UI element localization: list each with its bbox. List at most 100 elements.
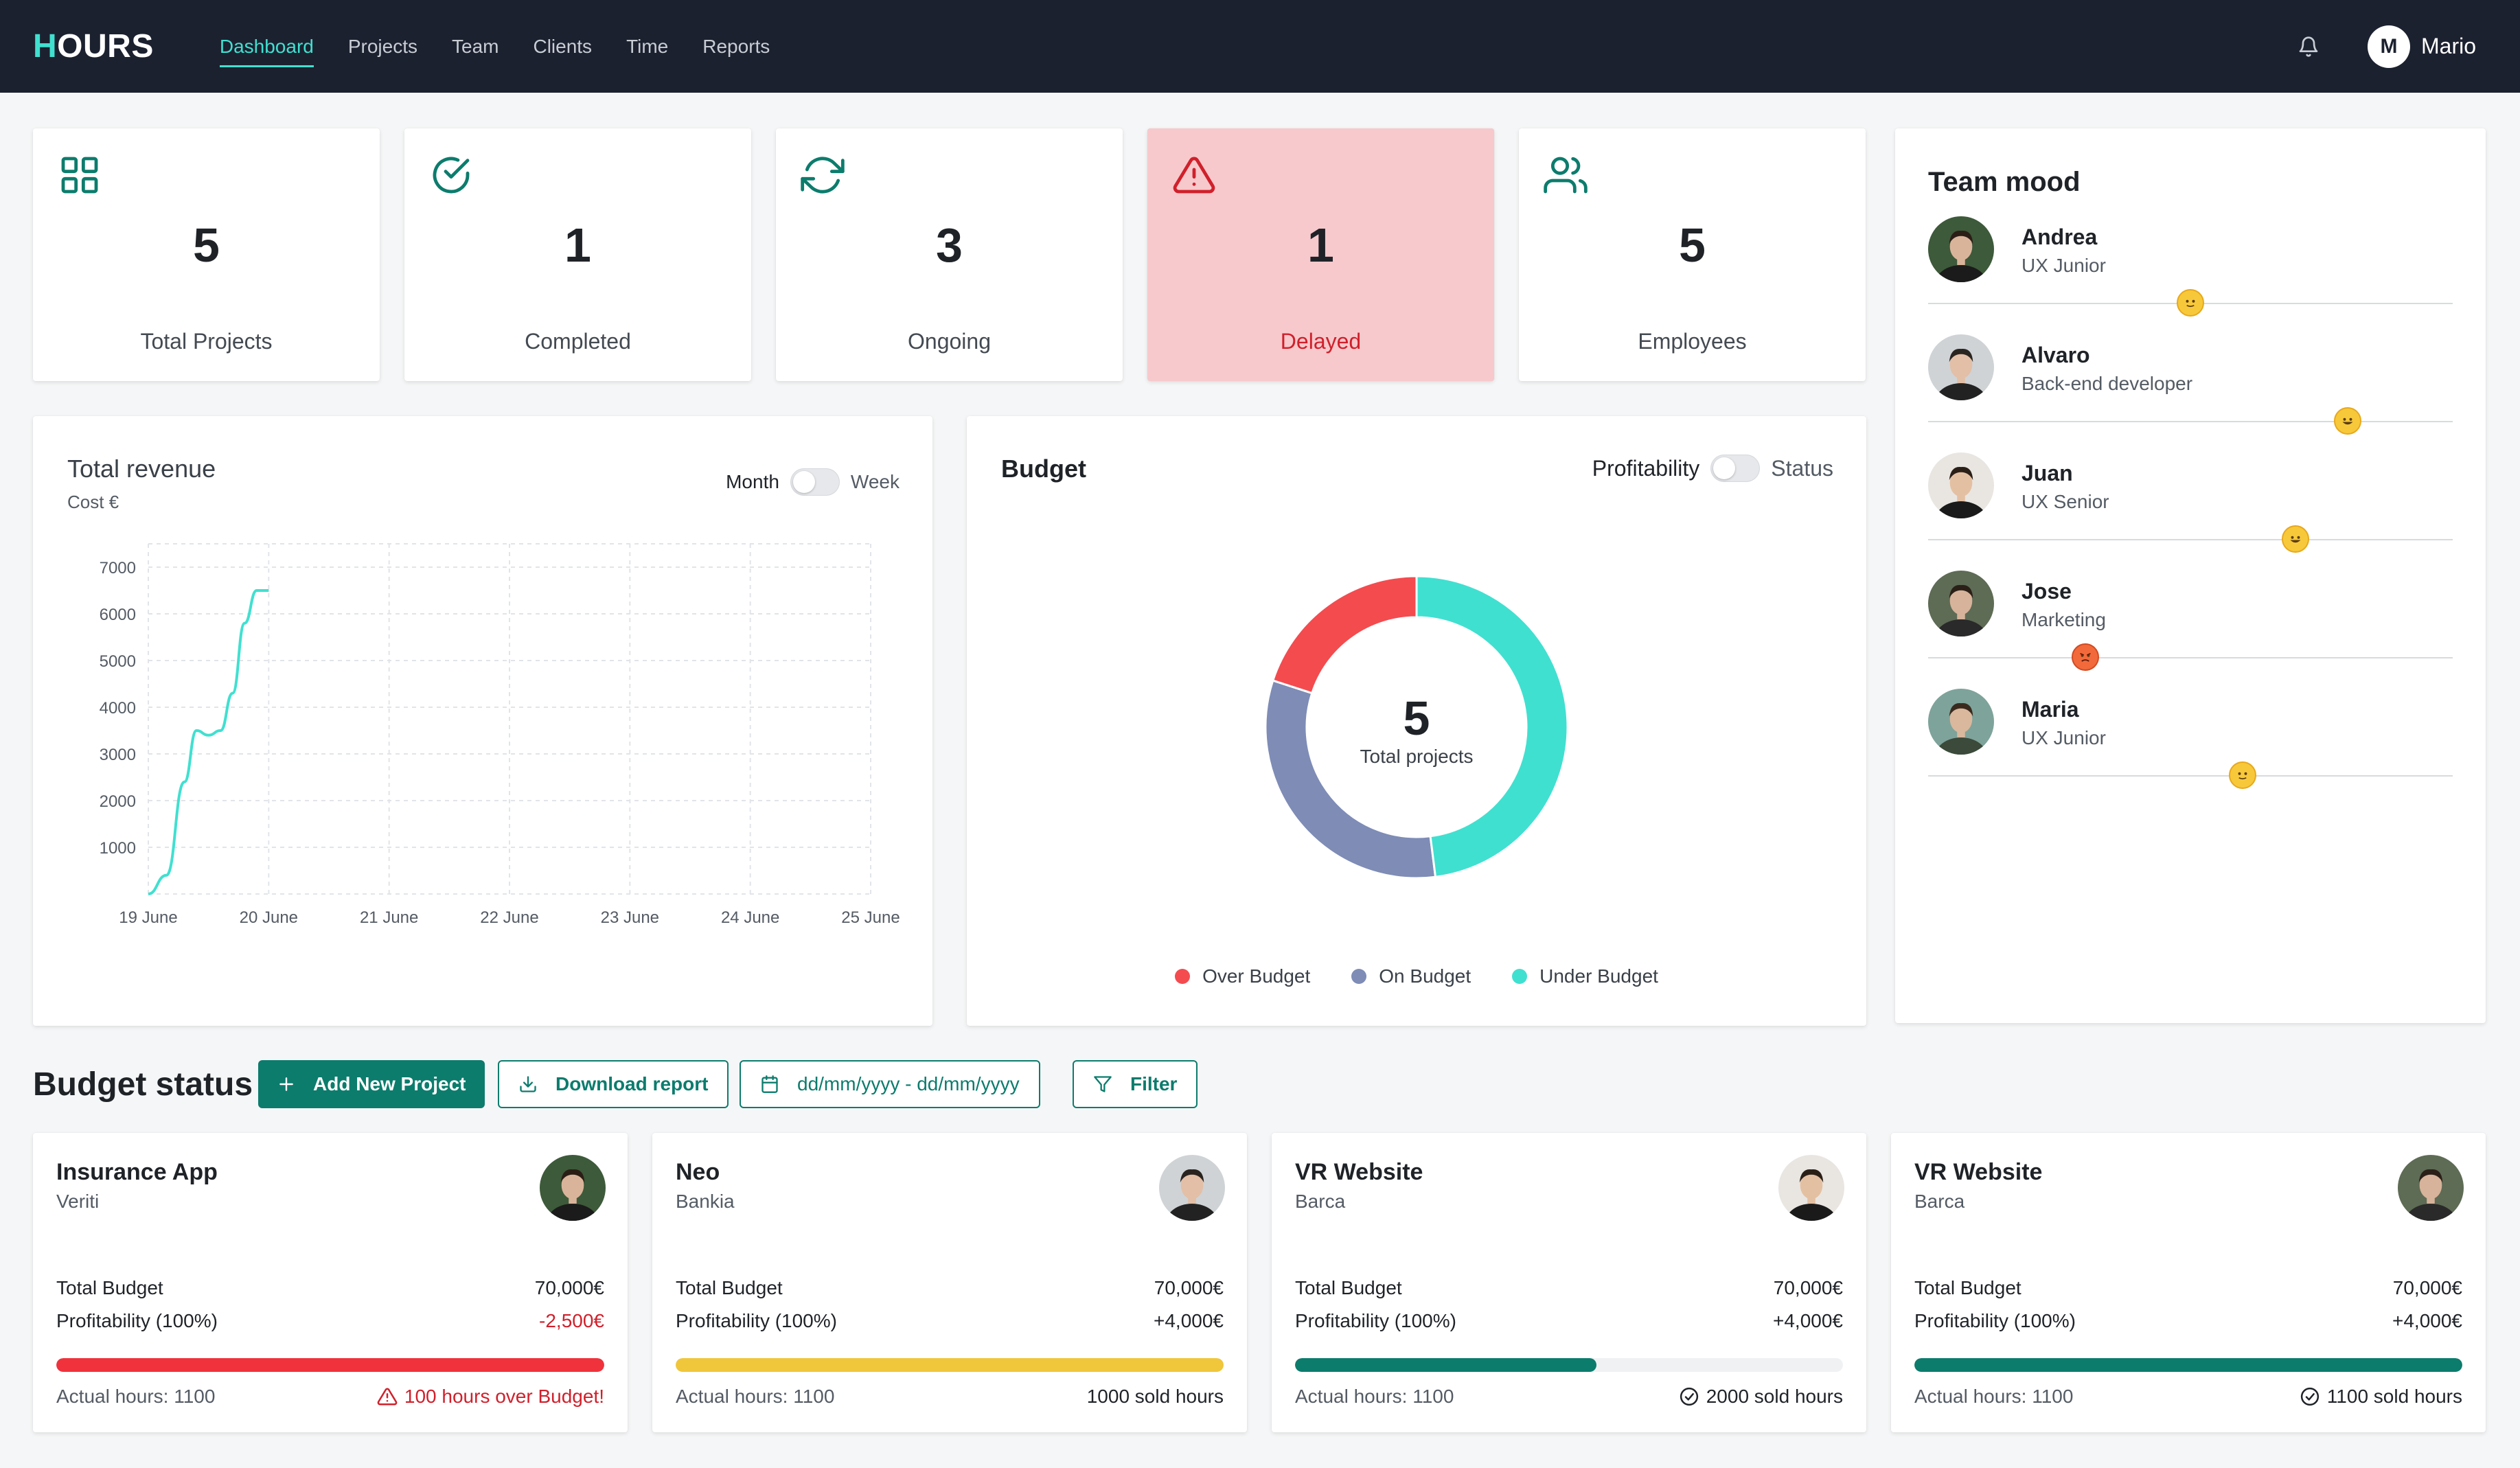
avatar[interactable] <box>1928 689 1994 755</box>
date-range-picker[interactable]: dd/mm/yyyy - dd/mm/yyyy <box>740 1060 1040 1108</box>
budget-card: Budget Profitability Status 5 Total proj… <box>967 416 1866 1026</box>
grinning-face-icon[interactable] <box>2334 407 2362 435</box>
avatar[interactable] <box>2398 1155 2464 1221</box>
project-name: VR Website <box>1295 1159 1423 1185</box>
hours-status: 1100 sold hours <box>2300 1386 2462 1408</box>
budget-progress-bar <box>56 1358 604 1372</box>
person-photo <box>1928 689 1994 755</box>
check-circle-icon <box>2300 1387 2319 1406</box>
stat-card-completed[interactable]: 1 Completed <box>404 128 751 381</box>
mood-slider-track <box>1928 539 2453 540</box>
stat-value: 5 <box>193 218 220 272</box>
user-name[interactable]: Mario <box>2421 34 2476 59</box>
avatar[interactable] <box>1928 571 1994 636</box>
budget-progress-bar <box>1914 1358 2462 1372</box>
person-name: Juan <box>2021 461 2073 485</box>
avatar[interactable] <box>1928 452 1994 518</box>
mood-row-maria: Maria UX Junior <box>1928 689 2453 807</box>
stat-card-employees[interactable]: 5 Employees <box>1519 128 1866 381</box>
project-client: Barca <box>1914 1191 1965 1212</box>
revenue-line-chart: 1000 2000 3000 4000 5000 6000 7000 19 June 20 Ju… <box>100 543 900 927</box>
nav-time[interactable]: Time <box>626 30 668 63</box>
mood-slider-track <box>1928 421 2453 422</box>
neutral-face-icon[interactable] <box>2229 761 2257 789</box>
add-new-project-label: Add New Project <box>313 1073 466 1094</box>
profitability-row: Profitability (100%) -2,500€ <box>56 1310 604 1332</box>
neutral-face-icon[interactable] <box>2177 289 2204 317</box>
plus-icon <box>279 1077 293 1091</box>
nav-dashboard[interactable]: Dashboard <box>219 30 314 67</box>
total-budget-value: 70,000€ <box>534 1277 604 1298</box>
person-photo <box>1928 216 1994 282</box>
app-logo[interactable]: HOURS <box>33 27 154 65</box>
project-card[interactable]: Neo Bankia Total Budget 70,000€ Profitabilit… <box>652 1133 1247 1432</box>
project-name: Neo <box>676 1159 720 1185</box>
stat-card-total-projects[interactable]: 5 Total Projects <box>33 128 380 381</box>
filter-icon <box>1094 1076 1112 1092</box>
person-role: UX Senior <box>2021 491 2109 512</box>
donut-center-value: 5 <box>1403 691 1430 745</box>
calendar-icon <box>761 1075 778 1093</box>
profitability-label: Profitability (100%) <box>676 1310 837 1331</box>
nav-reports[interactable]: Reports <box>702 30 770 63</box>
project-client: Barca <box>1295 1191 1346 1212</box>
stat-card-ongoing[interactable]: 3 Ongoing <box>776 128 1123 381</box>
budget-progress-fill <box>1914 1358 2462 1372</box>
download-icon <box>520 1076 536 1092</box>
avatar[interactable] <box>1928 334 1994 400</box>
date-range-label: dd/mm/yyyy - dd/mm/yyyy <box>797 1073 1020 1094</box>
y-tick-label: 7000 <box>100 559 136 577</box>
logo-first-letter: H <box>33 28 58 65</box>
person-role: UX Junior <box>2021 727 2106 748</box>
y-tick-label: 1000 <box>100 839 136 858</box>
download-report-button[interactable]: Download report <box>498 1060 729 1108</box>
nav-team[interactable]: Team <box>452 30 499 63</box>
x-tick-label: 19 June <box>119 908 177 927</box>
donut-slice-over-budget[interactable] <box>1271 575 1418 695</box>
project-name: Insurance App <box>56 1159 218 1185</box>
filter-button[interactable]: Filter <box>1073 1060 1198 1108</box>
filter-label: Filter <box>1130 1073 1178 1094</box>
mood-slider-track <box>1928 775 2453 777</box>
check-circle-icon <box>1680 1387 1698 1406</box>
angry-face-icon[interactable] <box>2072 643 2100 671</box>
total-budget-label: Total Budget <box>1295 1277 1402 1298</box>
project-card[interactable]: Insurance App Veriti Total Budget 70,000€ Pr… <box>33 1133 628 1432</box>
avatar[interactable] <box>1928 216 1994 282</box>
stat-card-delayed[interactable]: 1 Delayed <box>1147 128 1494 381</box>
avatar[interactable] <box>540 1155 606 1221</box>
bell-icon[interactable] <box>2293 32 2324 62</box>
total-budget-row: Total Budget 70,000€ <box>1914 1277 2462 1299</box>
user-avatar[interactable]: M <box>2367 25 2410 68</box>
avatar[interactable] <box>1778 1155 1844 1221</box>
project-card[interactable]: VR Website Barca Total Budget 70,000€ Profit… <box>1891 1133 2486 1432</box>
profitability-label: Profitability (100%) <box>56 1310 218 1331</box>
person-photo <box>1778 1155 1844 1221</box>
stat-label: Employees <box>1638 329 1747 354</box>
legend-item: On Budget <box>1351 965 1471 987</box>
stat-label: Ongoing <box>908 329 991 354</box>
stat-value: 3 <box>936 218 963 272</box>
project-card[interactable]: VR Website Barca Total Budget 70,000€ Profit… <box>1272 1133 1866 1432</box>
team-mood-title: Team mood <box>1928 167 2081 197</box>
profitability-value: +4,000€ <box>1154 1310 1224 1331</box>
revenue-series-line <box>148 589 269 895</box>
legend-dot <box>1175 969 1191 984</box>
main-nav: Dashboard Projects Team Clients Time Rep… <box>219 0 770 93</box>
legend-dot <box>1512 969 1528 984</box>
top-navbar: HOURS Dashboard Projects Team Clients Ti… <box>0 0 2520 93</box>
person-photo <box>2398 1155 2464 1221</box>
person-role: Marketing <box>2021 609 2106 630</box>
add-new-project-button[interactable]: Add New Project <box>258 1060 485 1108</box>
x-tick-label: 24 June <box>721 908 779 927</box>
grinning-face-icon[interactable] <box>2281 525 2309 553</box>
alert-triangle-icon <box>377 1388 398 1406</box>
person-name: Alvaro <box>2021 343 2090 367</box>
x-tick-label: 22 June <box>480 908 538 927</box>
nav-clients[interactable]: Clients <box>533 30 592 63</box>
nav-projects[interactable]: Projects <box>348 30 417 63</box>
x-tick-label: 21 June <box>360 908 418 927</box>
avatar[interactable] <box>1159 1155 1225 1221</box>
person-role: UX Junior <box>2021 255 2106 276</box>
legend-dot <box>1351 969 1367 984</box>
